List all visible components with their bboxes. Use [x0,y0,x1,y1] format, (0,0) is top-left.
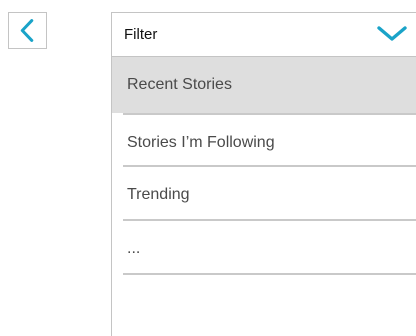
filter-option-trending[interactable]: Trending [112,167,416,223]
filter-option-stories-following[interactable]: Stories I’m Following [112,115,416,171]
filter-option-recent-stories[interactable]: Recent Stories [112,57,416,113]
filter-option-label: Recent Stories [127,76,232,93]
divider [123,273,416,275]
filter-label: Filter [124,26,158,43]
chevron-down-icon [377,26,407,41]
filter-option-label: ... [127,240,141,257]
filter-option-more[interactable]: ... [112,221,416,277]
filter-option-label: Trending [127,186,190,203]
chevron-left-icon [20,19,34,42]
filter-dropdown[interactable]: Filter [111,12,416,57]
filter-option-label: Stories I’m Following [127,134,275,151]
filter-menu: Recent Stories Stories I’m Following Tre… [111,56,416,336]
back-button[interactable] [8,12,47,49]
